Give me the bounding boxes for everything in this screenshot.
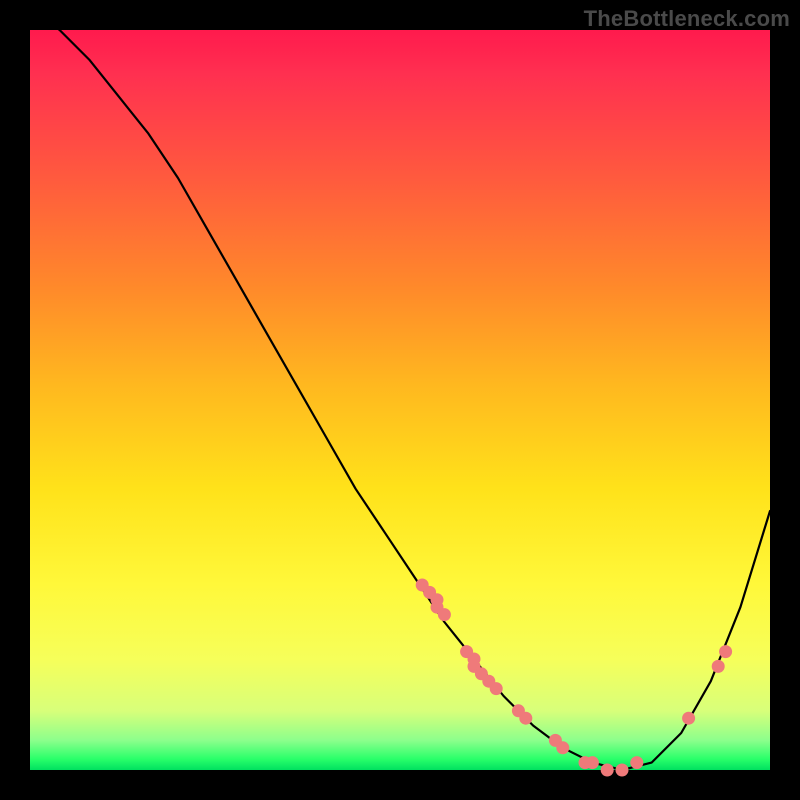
data-point [630,756,643,769]
data-point [682,712,695,725]
chart-plot-area [30,30,770,770]
data-point [601,764,614,777]
data-point [438,608,451,621]
data-point [719,645,732,658]
data-point [616,764,629,777]
data-point [586,756,599,769]
data-point [712,660,725,673]
attribution-watermark: TheBottleneck.com [584,6,790,32]
chart-svg [30,30,770,770]
data-point [490,682,503,695]
data-point [519,712,532,725]
bottleneck-curve [30,8,770,770]
highlighted-points-group [416,579,732,777]
data-point [556,741,569,754]
